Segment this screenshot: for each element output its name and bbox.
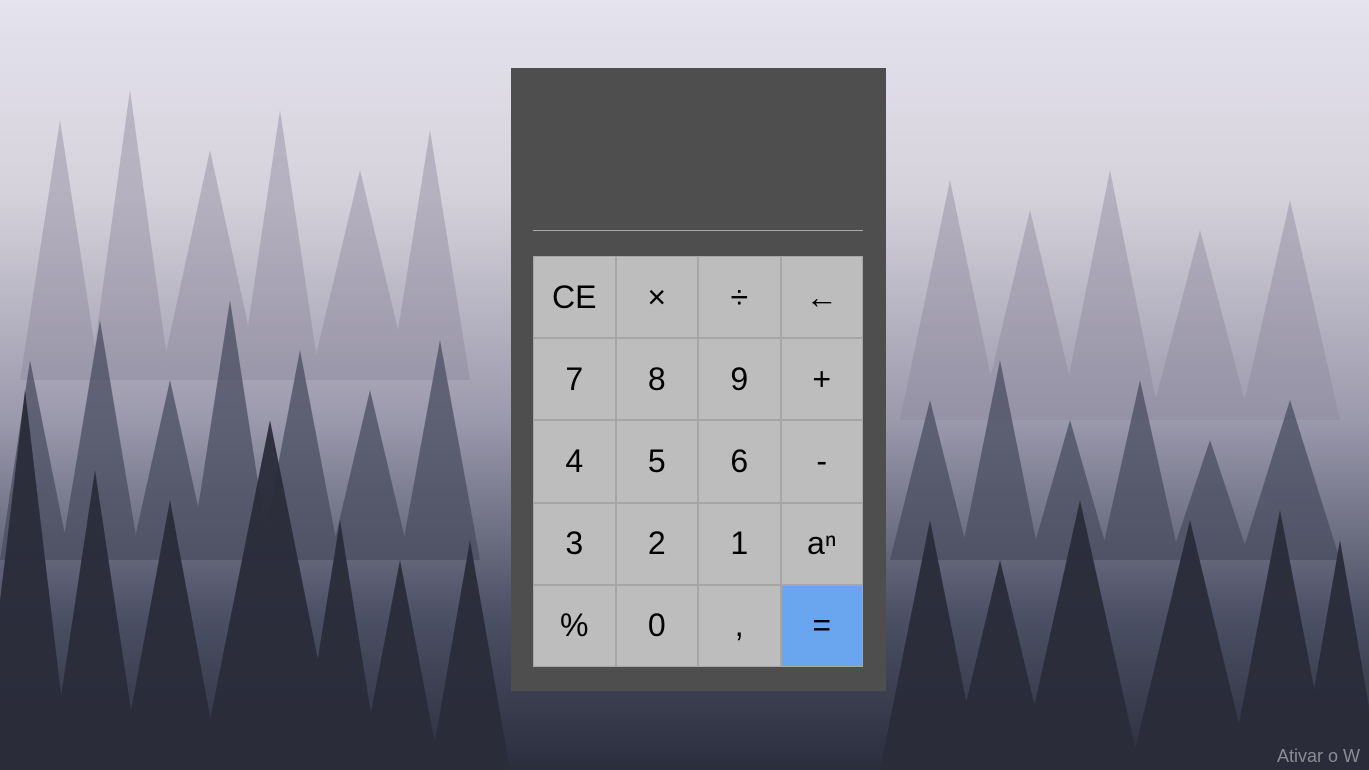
divide-button[interactable]: ÷ xyxy=(698,256,781,339)
percent-button[interactable]: % xyxy=(533,584,616,667)
digit-0-button[interactable]: 0 xyxy=(615,584,698,667)
subtract-button[interactable]: - xyxy=(780,420,863,503)
digit-1-button[interactable]: 1 xyxy=(698,502,781,585)
add-button[interactable]: + xyxy=(780,338,863,421)
digit-7-button[interactable]: 7 xyxy=(533,338,616,421)
calculator-display xyxy=(533,68,863,231)
equals-button[interactable]: = xyxy=(780,584,863,667)
calculator-keypad: CE × ÷ ← 7 8 9 +4 5 6- 3 2 1 aⁿ% 0, = xyxy=(533,256,863,667)
digit-3-button[interactable]: 3 xyxy=(533,502,616,585)
calculator-panel: CE × ÷ ← 7 8 9 +4 5 6- 3 2 1 aⁿ% 0, = xyxy=(511,68,886,691)
digit-6-button[interactable]: 6 xyxy=(698,420,781,503)
digit-9-button[interactable]: 9 xyxy=(698,338,781,421)
digit-5-button[interactable]: 5 xyxy=(615,420,698,503)
digit-4-button[interactable]: 4 xyxy=(533,420,616,503)
multiply-button[interactable]: × xyxy=(615,256,698,339)
digit-8-button[interactable]: 8 xyxy=(615,338,698,421)
backspace-button[interactable]: ← xyxy=(780,256,863,339)
clear-entry-button[interactable]: CE xyxy=(533,256,616,339)
decimal-button[interactable]: , xyxy=(698,584,781,667)
power-button[interactable]: aⁿ xyxy=(780,502,863,585)
windows-activation-watermark: Ativar o W xyxy=(1277,746,1361,766)
digit-2-button[interactable]: 2 xyxy=(615,502,698,585)
